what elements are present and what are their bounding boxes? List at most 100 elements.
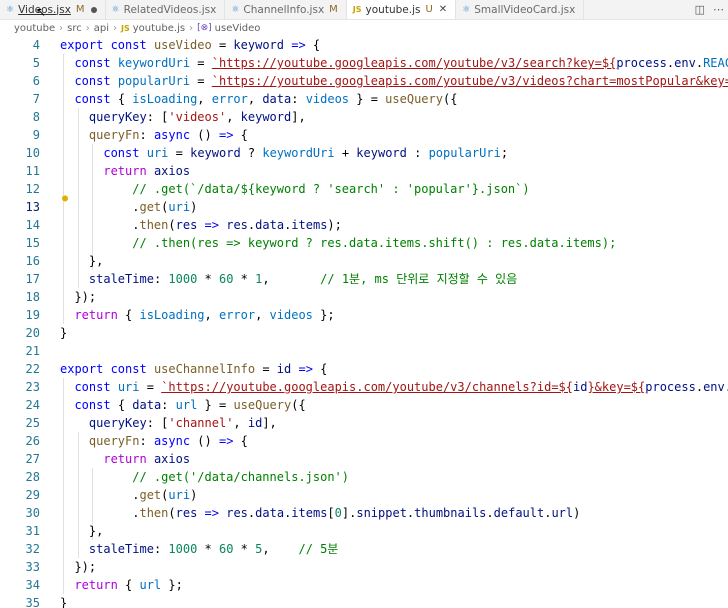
code-token: , xyxy=(204,308,219,322)
code-line[interactable]: 15 // .then(res => keyword ? res.data.it… xyxy=(0,234,728,252)
code-line[interactable]: 7 const { isLoading, error, data: videos… xyxy=(0,90,728,108)
code-token: : xyxy=(139,128,154,142)
line-number: 23 xyxy=(25,380,40,394)
code-token: res xyxy=(175,218,198,232)
code-line[interactable]: 23 const uri = `https://youtube.googleap… xyxy=(0,378,728,396)
breadcrumb-item[interactable]: api xyxy=(94,23,109,34)
tab-label: RelatedVideos.jsx xyxy=(123,3,217,16)
code-token: videos xyxy=(269,308,313,322)
code-line[interactable]: 14 .then(res => res.data.items); xyxy=(0,216,728,234)
split-editor-icon[interactable]: ◫ xyxy=(695,3,705,16)
code-token: { xyxy=(233,128,248,142)
breadcrumb-item[interactable]: youtube xyxy=(14,23,55,34)
code-token: { xyxy=(125,308,140,322)
breadcrumb-item[interactable]: youtube.js xyxy=(133,23,185,34)
code-token: // 5분 xyxy=(298,542,339,556)
tab-youtube-js[interactable]: JS youtube.js U ✕ xyxy=(346,0,457,19)
tab-label: SmallVideoCard.jsx xyxy=(474,3,576,16)
tab-channelinfo-jsx[interactable]: ChannelInfo.jsx M xyxy=(225,0,347,19)
code-line[interactable]: 25 queryKey: ['channel', id], xyxy=(0,414,728,432)
code-token: data xyxy=(132,398,162,412)
code-editor[interactable]: 4 export const useVideo = keyword => {5 c… xyxy=(0,36,728,608)
line-number: 18 xyxy=(25,290,40,304)
code-token: data xyxy=(255,506,285,520)
code-token: REACT_APP xyxy=(703,56,728,70)
code-token: . xyxy=(695,56,704,70)
code-line[interactable]: 11 return axios xyxy=(0,162,728,180)
line-number: 6 xyxy=(32,74,40,88)
code-line[interactable]: 31 }, xyxy=(0,522,728,540)
code-token: * xyxy=(197,272,219,286)
code-token: : xyxy=(153,272,169,286)
code-text: staleTime: 1000 * 60 * 1, // 1분, ms 단위로 … xyxy=(60,270,517,288)
code-token: useQuery xyxy=(385,92,443,106)
more-actions-icon[interactable]: ⋯ xyxy=(713,3,724,16)
line-number: 24 xyxy=(25,398,40,412)
code-line[interactable]: 20} xyxy=(0,324,728,342)
code-token: get xyxy=(139,488,162,502)
code-line[interactable]: 28 // .get('/data/channels.json') xyxy=(0,468,728,486)
code-token: 60 xyxy=(218,542,234,556)
tab-smallvideocard-jsx[interactable]: SmallVideoCard.jsx xyxy=(456,0,585,19)
code-line[interactable]: 24 const { data: url } = useQuery({ xyxy=(0,396,728,414)
code-line[interactable]: 19 return { isLoading, error, videos }; xyxy=(0,306,728,324)
code-token: ); xyxy=(327,218,342,232)
code-token: then xyxy=(139,218,169,232)
code-token: , xyxy=(197,92,212,106)
code-line[interactable]: 10 const uri = keyword ? keywordUri + ke… xyxy=(0,144,728,162)
code-text: }, xyxy=(60,522,103,540)
lightbulb-icon[interactable]: ● xyxy=(62,193,70,204)
code-line[interactable]: 30 .then(res => res.data.items[0].snippe… xyxy=(0,504,728,522)
line-number: 7 xyxy=(32,92,40,106)
code-token: // .get(`/data/${keyword ? 'search' : 'p… xyxy=(132,182,530,196)
code-token: env xyxy=(703,380,725,394)
tab-label: ChannelInfo.jsx xyxy=(243,3,325,16)
code-line[interactable]: 27 return axios xyxy=(0,450,728,468)
code-line[interactable]: 13 .get(uri) xyxy=(0,198,728,216)
code-token: useChannelInfo xyxy=(153,362,256,376)
code-line[interactable]: 8 queryKey: ['videos', keyword], xyxy=(0,108,728,126)
code-text: } xyxy=(60,324,67,342)
code-token: res xyxy=(226,218,248,232)
code-text: // .get(`/data/${keyword ? 'search' : 'p… xyxy=(60,180,530,198)
code-line[interactable]: 21 xyxy=(0,342,728,360)
unsaved-dot-icon[interactable] xyxy=(90,6,97,13)
code-token: // 1분, ms 단위로 지정할 수 있음 xyxy=(320,272,518,286)
tab-label: youtube.js xyxy=(365,3,421,16)
breadcrumb-item[interactable]: src xyxy=(67,23,82,34)
code-token: ], xyxy=(291,110,306,124)
code-text: export const useVideo = keyword => { xyxy=(60,36,320,54)
code-line[interactable]: 16 }, xyxy=(0,252,728,270)
code-line[interactable]: 17 staleTime: 1000 * 60 * 1, // 1분, ms 단… xyxy=(0,270,728,288)
close-icon[interactable]: ✕ xyxy=(439,4,447,15)
code-line[interactable]: 26 queryFn: async () => { xyxy=(0,432,728,450)
line-number: 27 xyxy=(25,452,40,466)
tab-relatedvideos-jsx[interactable]: RelatedVideos.jsx xyxy=(106,0,226,19)
code-line[interactable]: 4 export const useVideo = keyword => { xyxy=(0,36,728,54)
code-line[interactable]: 34 return { url }; xyxy=(0,576,728,594)
breadcrumb-item[interactable]: useVideo xyxy=(215,23,261,34)
code-text: }); xyxy=(60,558,96,576)
code-line[interactable]: 22 export const useChannelInfo = id => { xyxy=(0,360,728,378)
code-line[interactable]: 29 .get(uri) xyxy=(0,486,728,504)
code-line[interactable]: 18 }); xyxy=(0,288,728,306)
code-token: const xyxy=(74,398,118,412)
line-number: 34 xyxy=(25,578,40,592)
code-line[interactable]: 32 staleTime: 1000 * 60 * 5, // 5분 xyxy=(0,540,728,558)
code-token: } xyxy=(60,596,68,608)
code-line[interactable]: 33 }); xyxy=(0,558,728,576)
code-line[interactable]: 5 const keywordUri = `https://youtube.go… xyxy=(0,54,728,72)
code-token: id xyxy=(247,416,263,430)
code-line[interactable]: 12 // .get(`/data/${keyword ? 'search' :… xyxy=(0,180,728,198)
code-line[interactable]: 9 queryFn: async () => { xyxy=(0,126,728,144)
line-number: 25 xyxy=(25,416,40,430)
tab-videos-jsx[interactable]: Videos.jsxM xyxy=(0,0,106,19)
code-line[interactable]: 35} xyxy=(0,594,728,608)
code-line[interactable]: 6 const popularUri = `https://youtube.go… xyxy=(0,72,728,90)
code-token: items xyxy=(291,218,328,232)
code-token: . xyxy=(486,506,494,520)
code-token: popularUri xyxy=(428,146,501,160)
